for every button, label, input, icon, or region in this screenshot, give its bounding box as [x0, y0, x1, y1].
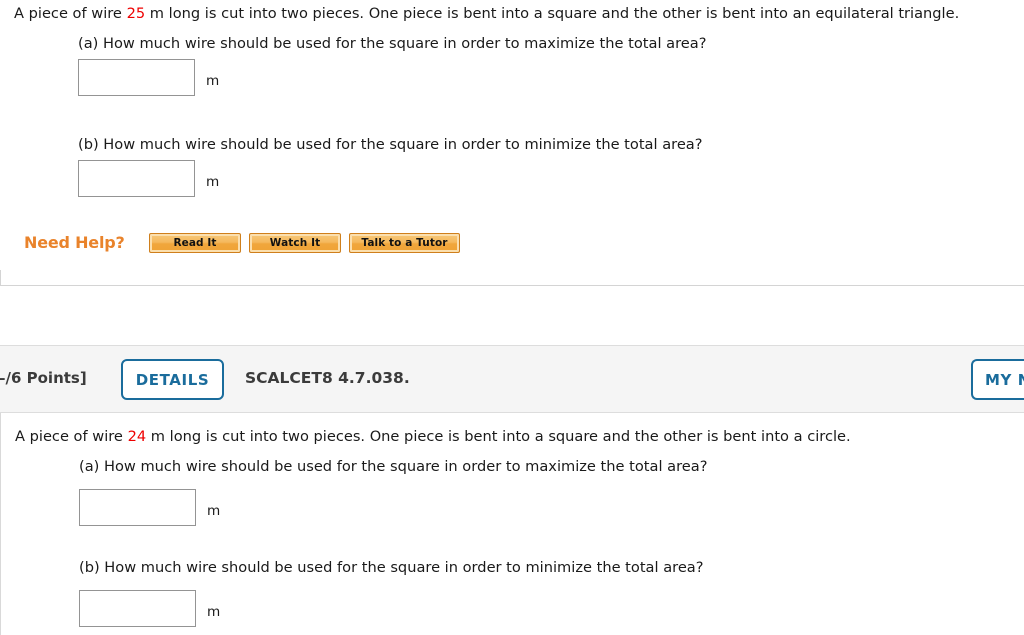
- wire-length-value: 24: [127, 428, 147, 445]
- watch-it-button[interactable]: Watch It: [249, 233, 341, 253]
- talk-to-a-tutor-button[interactable]: Talk to a Tutor: [349, 233, 460, 253]
- problem-one-part-b-label: (b) How much wire should be used for the…: [78, 136, 703, 153]
- problem-two-part-a-input[interactable]: [79, 489, 196, 526]
- problem-card-one: A piece of wire 25 m long is cut into tw…: [0, 0, 1024, 286]
- statement-prefix: A piece of wire: [14, 5, 127, 22]
- statement-prefix: A piece of wire: [15, 428, 128, 445]
- problem-one-part-b-input[interactable]: [78, 160, 195, 197]
- points-label: –/6 Points]: [0, 369, 87, 387]
- problem-two-part-a-label: (a) How much wire should be used for the…: [79, 458, 708, 475]
- problem-one-part-a-unit: m: [206, 73, 220, 89]
- wire-length-value: 25: [126, 5, 146, 22]
- problem-two-part-b-input[interactable]: [79, 590, 196, 627]
- problem-two-part-a-unit: m: [207, 503, 221, 519]
- statement-suffix: m long is cut into two pieces. One piece…: [146, 428, 851, 445]
- my-notes-button[interactable]: MY NOTES: [971, 359, 1024, 400]
- problem-card-two: –/6 Points] DETAILS SCALCET8 4.7.038. MY…: [0, 345, 1024, 635]
- problem-two-body: A piece of wire 24 m long is cut into tw…: [0, 413, 1024, 635]
- read-it-button[interactable]: Read It: [149, 233, 241, 253]
- textbook-reference: SCALCET8 4.7.038.: [245, 369, 410, 387]
- problem-two-header: –/6 Points] DETAILS SCALCET8 4.7.038. MY…: [0, 345, 1024, 413]
- problem-two-statement: A piece of wire 24 m long is cut into tw…: [15, 428, 851, 446]
- problem-one-part-a-input[interactable]: [78, 59, 195, 96]
- problem-two-part-b-label: (b) How much wire should be used for the…: [79, 559, 704, 576]
- problem-one-part-b-unit: m: [206, 174, 220, 190]
- details-button[interactable]: DETAILS: [121, 359, 224, 400]
- problem-two-part-b-unit: m: [207, 604, 221, 620]
- problem-one-statement: A piece of wire 25 m long is cut into tw…: [14, 5, 959, 23]
- problem-one-part-a-label: (a) How much wire should be used for the…: [78, 35, 707, 52]
- statement-suffix: m long is cut into two pieces. One piece…: [145, 5, 960, 22]
- homework-page: A piece of wire 25 m long is cut into tw…: [0, 0, 1024, 635]
- card-gap: [0, 286, 1024, 345]
- need-help-label: Need Help?: [24, 233, 125, 252]
